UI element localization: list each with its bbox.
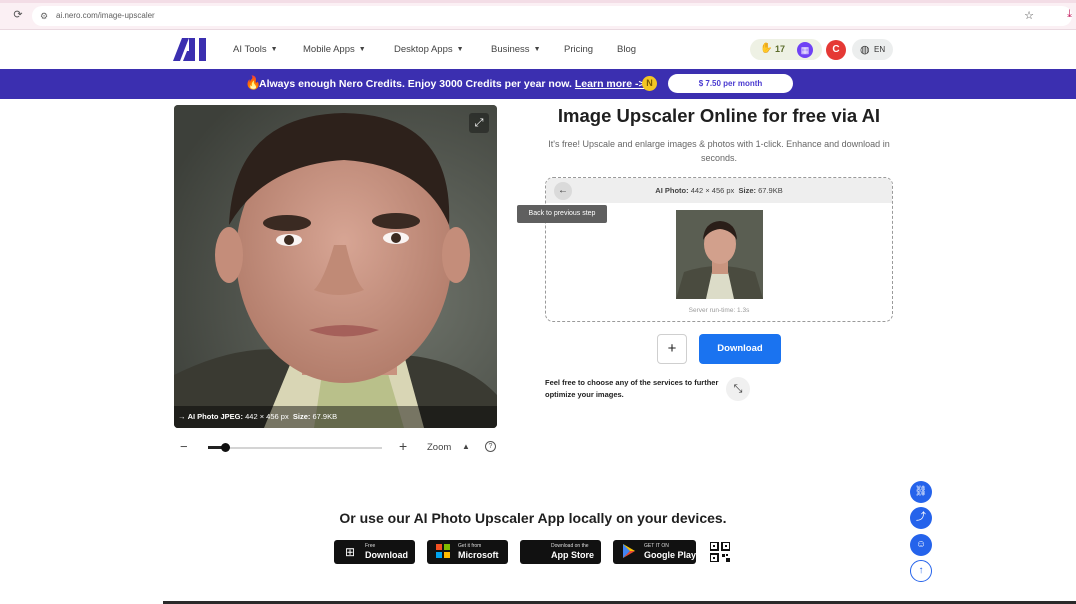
store-badge-microsoft[interactable]: Get it from Microsoft [427,540,508,564]
result-card-header: ← AI Photo: 442 × 456 px Size: 67.9KB [546,178,892,203]
store-big-text: App Store [551,550,595,560]
share-icon[interactable]: ⤴ [910,507,932,529]
services-hint: Feel free to choose any of the services … [545,378,719,399]
scroll-to-top-icon[interactable]: ↑ [910,560,932,582]
calendar-icon[interactable]: ▦ [797,42,813,58]
language-code: EN [874,45,886,54]
promo-text: Always enough Nero Credits. Enjoy 3000 C… [259,78,645,90]
credits-pill[interactable]: ✋ 17 ▦ [750,39,822,60]
zoom-label[interactable]: Zoom [427,442,451,453]
result-size-label: Size: [738,186,756,195]
globe-icon: ◍ [860,44,870,56]
store-badge-google-play[interactable]: GET IT ON Google Play [613,540,696,564]
chevron-down-icon: ▼ [533,46,541,53]
nav-mobile-apps[interactable]: Mobile Apps ▼ [303,44,366,55]
store-small-text: Download on the [551,543,589,549]
nero-ai-logo[interactable] [173,38,207,61]
nav-business[interactable]: Business ▼ [491,44,541,55]
server-runtime: Server run-time: 1.3s [688,307,750,314]
qr-code-icon[interactable] [710,542,730,562]
learn-more-link[interactable]: Learn more -> [575,78,645,90]
user-avatar[interactable]: C [826,40,846,60]
result-meta: AI Photo: 442 × 456 px Size: 67.9KB [546,186,892,195]
upscaled-image-preview[interactable]: ⤢ → AI Photo JPEG: 442 × 456 px Size: 67… [174,105,497,428]
back-tooltip: Back to previous step [517,205,607,223]
nav-pricing[interactable]: Pricing [564,44,593,55]
browser-toolbar: ⟳ ⚙ ai.nero.com/image-upscaler ☆ ⤓ [0,0,1076,30]
google-play-icon [621,544,637,560]
caption-size-label: Size: [292,412,311,421]
store-badge-windows[interactable]: ⊞ Free Download [334,540,415,564]
nav-blog[interactable]: Blog [617,44,636,55]
microsoft-icon [435,544,451,560]
store-big-text: Google Play [644,550,697,560]
portrait-image [174,105,497,428]
zoom-out-button[interactable]: − [180,439,188,454]
thumbnail-portrait [676,210,763,299]
bookmark-star-icon[interactable]: ☆ [1024,9,1034,22]
top-nav: AI Tools ▼ Mobile Apps ▼ Desktop Apps ▼ Bus… [0,30,1076,69]
help-icon[interactable]: ? [485,441,496,452]
caption-arrow-icon: → [178,412,186,421]
store-small-text: Get it from [458,543,482,549]
nav-ai-tools[interactable]: AI Tools ▼ [233,44,278,55]
store-big-text: Download [365,550,408,560]
add-image-button[interactable]: + [657,334,687,364]
reload-icon[interactable]: ⟳ [12,9,24,21]
site-info-icon[interactable]: ⚙ [40,11,50,21]
nav-mobile-apps-label: Mobile Apps [303,44,355,55]
windows-icon: ⊞ [344,545,356,559]
language-selector[interactable]: ◍ EN [852,39,893,60]
promo-message: Always enough Nero Credits. Enjoy 3000 C… [259,78,572,90]
shrink-arrows-icon[interactable]: ⤡ [726,377,750,401]
caption-size: 67.9KB [312,412,338,421]
tab-strip [0,0,1076,3]
store-small-text: GET IT ON [644,543,669,549]
chat-assistant-icon[interactable]: ☺ [910,534,932,556]
address-bar[interactable]: ⚙ ai.nero.com/image-upscaler ☆ [32,6,1072,26]
chevron-down-icon: ▼ [270,46,278,53]
link-tool-icon[interactable]: ⛓ [910,481,932,503]
chevron-down-icon: ▼ [456,46,464,53]
credits-count: 17 [775,44,786,54]
result-thumbnail[interactable] [676,210,763,299]
chevron-up-icon[interactable]: ▲ [462,442,470,451]
download-button[interactable]: Download [699,334,781,364]
caption-dimensions: 442 × 456 px [245,412,289,421]
page-title: Image Upscaler Online for free via AI [557,105,881,126]
zoom-in-button[interactable]: + [399,438,407,454]
result-card: ← AI Photo: 442 × 456 px Size: 67.9KB Se… [545,177,893,322]
promo-banner: 🔥 Always enough Nero Credits. Enjoy 3000… [0,69,1076,99]
apple-icon [528,544,544,560]
coin-icon: ✋ [760,43,773,54]
image-caption: → AI Photo JPEG: 442 × 456 px Size: 67.9… [174,406,497,428]
store-badge-app-store[interactable]: Download on the App Store [520,540,601,564]
zoom-slider-track[interactable] [208,447,382,449]
nav-desktop-apps[interactable]: Desktop Apps ▼ [394,44,464,55]
store-small-text: Free [365,543,376,549]
apps-section-title: Or use our AI Photo Upscaler App locally… [339,510,727,526]
chevron-down-icon: ▼ [358,46,366,53]
store-big-text: Microsoft [458,550,499,560]
result-meta-label: AI Photo: [655,186,689,195]
zoom-control: − + Zoom ▲ ? [174,437,497,457]
page-subtitle: It's free! Upscale and enlarge images & … [548,139,890,163]
nav-business-label: Business [491,44,530,55]
price-button[interactable]: $ 7.50 per month [668,74,793,93]
zoom-slider-handle[interactable] [220,443,230,452]
result-size: 67.9KB [758,186,783,195]
downloads-icon[interactable]: ⤓ [1067,8,1072,21]
credit-coin-icon: N [642,76,657,91]
nav-ai-tools-label: AI Tools [233,44,267,55]
fullscreen-icon[interactable]: ⤢ [469,113,489,133]
url-text[interactable]: ai.nero.com/image-upscaler [56,10,155,22]
page-root: ⟳ ⚙ ai.nero.com/image-upscaler ☆ ⤓ AI To… [0,0,1076,604]
result-dimensions: 442 × 456 px [690,186,735,195]
nav-desktop-apps-label: Desktop Apps [394,44,453,55]
caption-label: AI Photo JPEG: [187,412,244,421]
